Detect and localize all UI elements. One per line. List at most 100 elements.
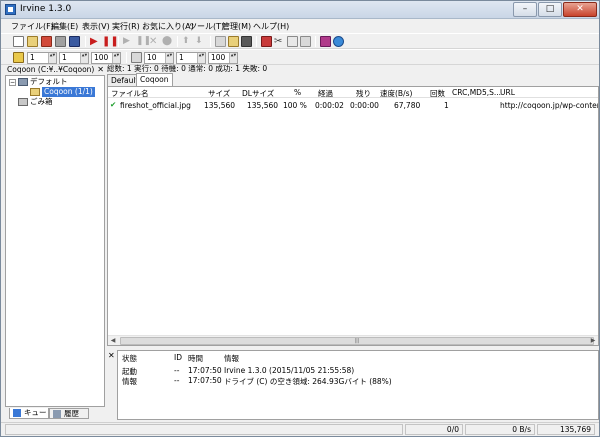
col-percent[interactable]: % [294,88,301,97]
close-icon[interactable]: ✕ [108,351,115,360]
close-icon[interactable]: ✕ [97,64,104,75]
success-value: 1 [235,64,241,73]
scroll-right-icon[interactable]: ▶ [588,336,598,345]
normal-value: 0 [208,64,213,73]
tree-item-coqoon[interactable]: Coqoon (1/1) [42,87,95,97]
delete-icon[interactable]: ✕ [149,36,160,47]
window-title: Irvine 1.3.0 [20,4,72,14]
col-crc[interactable]: CRC,MD5,S... [452,88,501,97]
limit-input[interactable]: 100 [91,52,121,64]
tree-item-trash[interactable]: ごみ箱 [30,97,53,107]
collapse-icon[interactable]: − [9,79,16,86]
col-filename[interactable]: ファイル名 [111,88,149,99]
col-size[interactable]: サイズ [208,88,230,99]
log-row-info: Irvine 1.3.0 (2015/11/05 21:55:58) [224,366,355,375]
col-remaining[interactable]: 残り [356,88,371,99]
col-speed[interactable]: 速度(B/s) [380,88,412,99]
success-label: 成功: [215,64,233,73]
normal-label: 通常: [188,64,206,73]
properties-icon[interactable] [215,36,226,47]
scroll-thumb[interactable]: ||| [120,337,594,345]
import-icon[interactable] [41,36,52,47]
log-col-info[interactable]: 情報 [224,353,239,364]
interval-input[interactable]: 1 [176,52,206,64]
table-row[interactable]: ✔ fireshot_official.jpg 135,560 135,560 … [108,100,598,111]
log-col-id[interactable]: ID [174,353,182,362]
log-col-time[interactable]: 時間 [188,353,203,364]
col-count[interactable]: 回数 [430,88,445,99]
move-up-icon[interactable]: ⬆ [182,36,193,47]
toolbar-separator [126,52,127,63]
log-list: 状態 ID 時間 情報 起動 -- 17:07:50 Irvine 1.3.0 … [117,350,599,420]
menu-run[interactable]: 実行(R) [112,21,140,32]
log-row-id: -- [174,376,180,385]
new-file-icon[interactable] [13,36,24,47]
irvine-window: Irvine 1.3.0 – □ ✕ ファイル(F) 編集(E) 表示(V) 実… [0,0,600,437]
log-row-id: -- [174,366,180,375]
cut-icon[interactable]: ✂ [274,36,285,47]
main-toolbar: ▶ ❚❚ ▶ ❚❚ ✕ ⬤ ⬆ ⬇ ✂ [1,33,599,49]
toolbar-separator [256,36,257,47]
pause-icon[interactable]: ❚❚ [102,36,119,47]
history-icon [53,410,61,418]
paste-icon[interactable] [300,36,311,47]
thread-input[interactable]: 10 [144,52,174,64]
play-icon[interactable]: ▶ [90,36,101,47]
title-bar: Irvine 1.3.0 – □ ✕ [1,1,599,19]
copy-icon[interactable] [287,36,298,47]
menu-tools[interactable]: ツール(T) [189,21,224,32]
tab-history-label: 履歴 [64,409,79,418]
horizontal-scrollbar[interactable]: ◀ ||| ▶ [108,335,598,345]
running-label: 実行: [134,64,152,73]
bookmark-icon[interactable] [261,36,272,47]
scroll-left-icon[interactable]: ◀ [108,336,118,345]
connections-input[interactable]: 1 [27,52,57,64]
tab-coqoon[interactable]: Coqoon [136,73,173,86]
clear-icon[interactable]: ⬤ [162,36,173,47]
menu-manage[interactable]: 管理(M) [222,21,251,32]
stop-icon[interactable]: ❚❚ [136,36,151,47]
log-pane: ✕ 状態 ID 時間 情報 起動 -- 17:07:50 Irvine 1.3.… [107,350,599,420]
col-elapsed[interactable]: 経過 [318,88,333,99]
row-filename: fireshot_official.jpg [120,101,191,110]
waiting-value: 0 [181,64,186,73]
log-row-time: 17:07:50 [188,376,222,385]
connection-icon [13,52,24,63]
menu-view[interactable]: 表示(V) [82,21,110,32]
status-speed: 0 B/s [465,424,535,435]
menu-file[interactable]: ファイル(F) [11,21,54,32]
speed-input[interactable]: 100 [208,52,238,64]
maximize-button[interactable]: □ [538,2,562,17]
minimize-button[interactable]: – [513,2,537,17]
row-remaining: 0:00:00 [350,101,379,110]
close-button[interactable]: ✕ [563,2,597,17]
monitor-icon[interactable] [241,36,252,47]
toolbar-separator [177,36,178,47]
fail-label: 失敗: [242,64,260,73]
col-url[interactable]: URL [500,88,515,97]
folder-pane: Coqoon (C:¥..¥Coqoon) ✕ − デフォルト Coqoon (… [5,64,105,419]
col-dlsize[interactable]: DLサイズ [242,88,274,99]
tree-item-default[interactable]: デフォルト [30,77,68,87]
folder-tree: − デフォルト Coqoon (1/1) ごみ箱 [5,75,105,407]
menu-favorites[interactable]: お気に入り(A) [142,21,194,32]
log-col-state[interactable]: 状態 [122,353,137,364]
row-count: 1 [444,101,449,110]
settings-toolbar: 1 1 100 10 1 100 [1,49,599,65]
save-icon[interactable] [69,36,80,47]
row-percent: 100 % [283,101,307,110]
move-down-icon[interactable]: ⬇ [195,36,206,47]
help-icon[interactable] [333,36,344,47]
status-bar: 0/0 0 B/s 135,769 [1,422,599,436]
start-icon[interactable]: ▶ [123,36,134,47]
tab-queue[interactable]: キュー [9,408,49,419]
print-icon[interactable] [55,36,66,47]
queue-tabs: Default Coqoon [107,73,599,86]
retry-input[interactable]: 1 [59,52,89,64]
open-folder-icon[interactable] [27,36,38,47]
menu-help[interactable]: ヘルプ(H) [253,21,289,32]
menu-edit[interactable]: 編集(E) [51,21,78,32]
tab-history[interactable]: 履歴 [49,408,89,419]
folder-icon[interactable] [228,36,239,47]
favorites-icon[interactable] [320,36,331,47]
